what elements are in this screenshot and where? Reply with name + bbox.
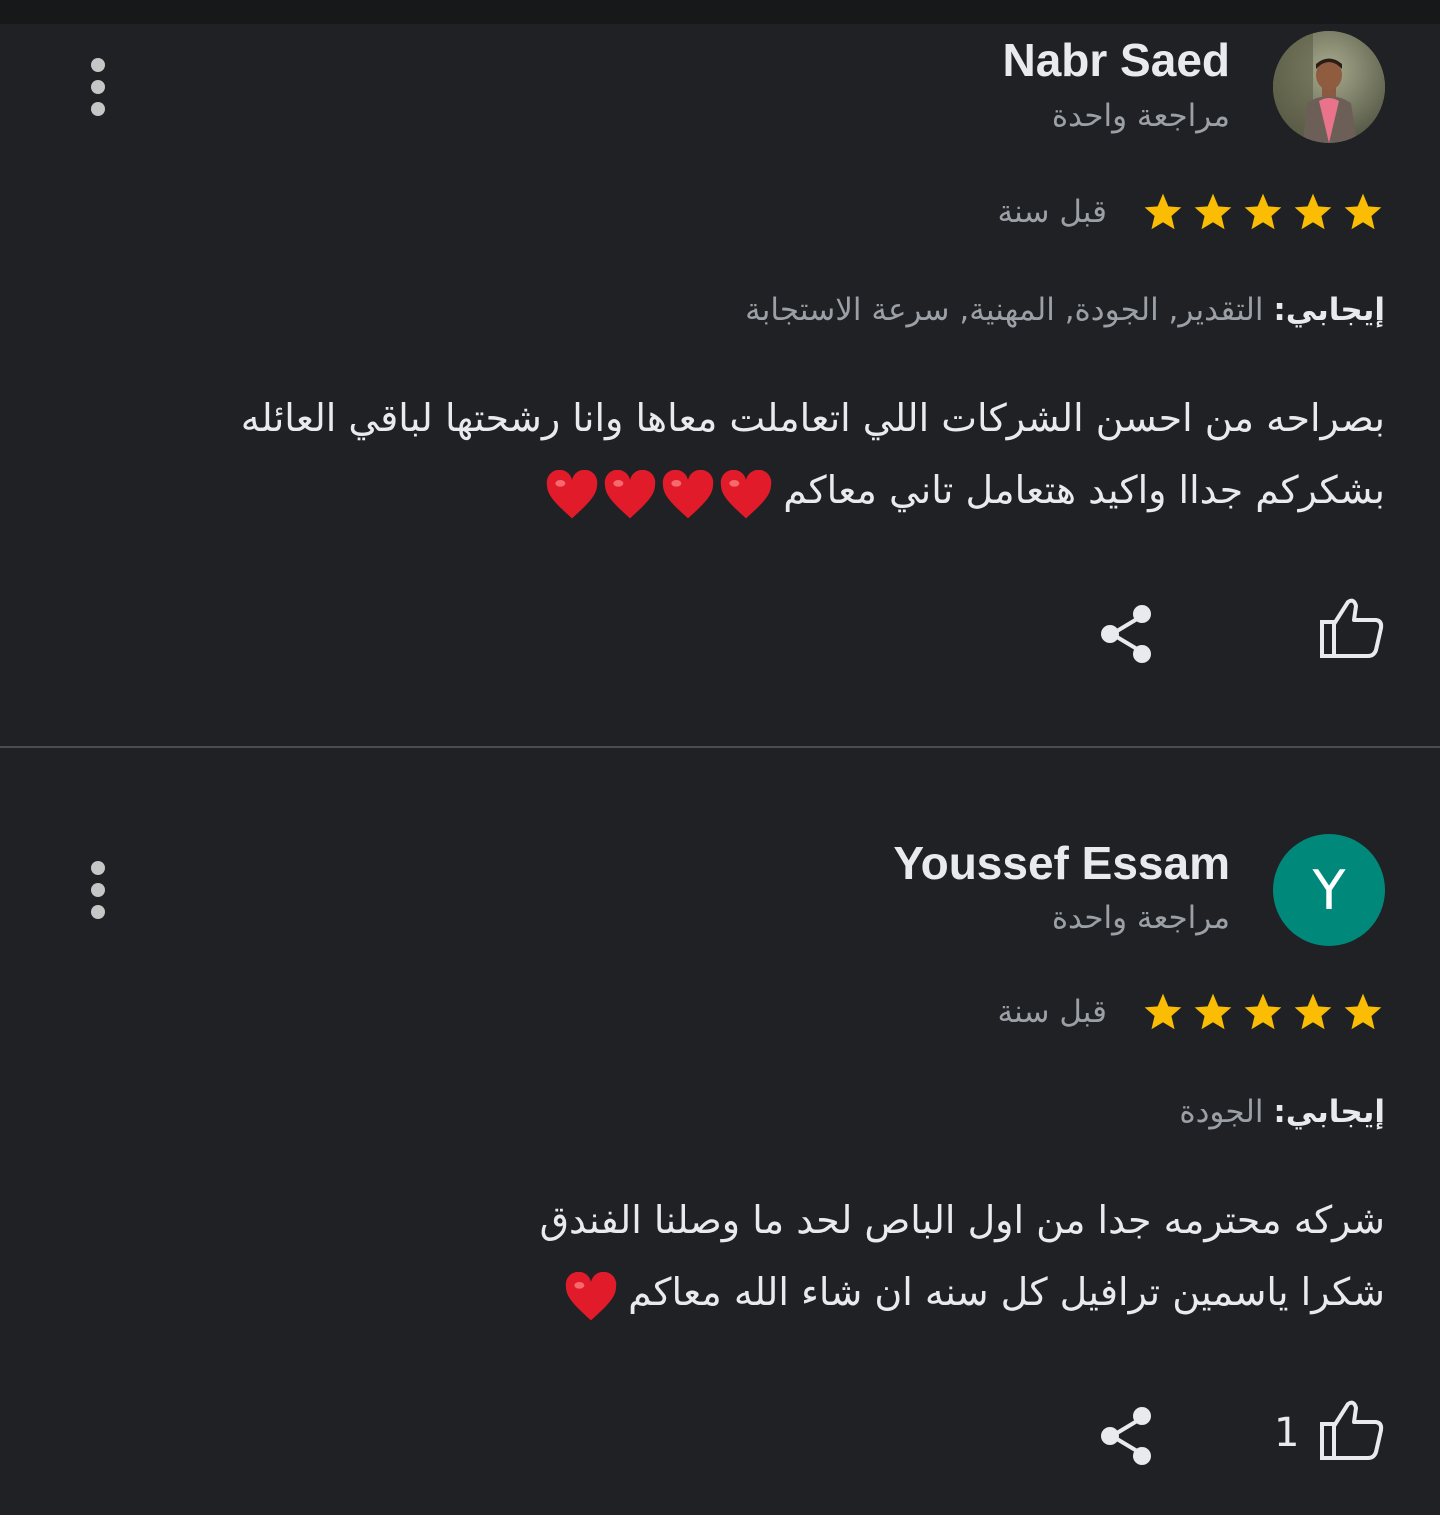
review-card-1: Nabr Saed مراجعة واحدة قبل سنة إيجابي: ا…: [0, 0, 1440, 746]
thumb-up-icon: [1320, 1400, 1384, 1460]
review-count: مراجعة واحدة: [1051, 900, 1230, 936]
review-text-line-content: بشكركم جداا واكيد هتعامل تاني معاكم: [783, 468, 1385, 512]
star-icon: [1194, 193, 1232, 230]
star-rating: [1135, 190, 1385, 234]
star-icon: [1244, 193, 1282, 230]
review-text-line: بصراحه من احسن الشركات اللي اتعاملت معاه…: [240, 396, 1385, 440]
avatar-letter: Y: [1312, 858, 1346, 922]
rating-row: قبل سنة: [998, 990, 1385, 1034]
avatar[interactable]: [1273, 31, 1385, 143]
attributes-value: التقدير, الجودة, المهنية, سرعة الاستجابة: [745, 292, 1274, 328]
review-card-2: Y Youssef Essam مراجعة واحدة قبل سنة إيج…: [0, 748, 1440, 1515]
star-icon: [1344, 193, 1382, 230]
star-icon: [1294, 993, 1332, 1030]
review-text-line-content: شكرا ياسمين ترافيل كل سنه ان شاء الله مع…: [628, 1270, 1385, 1314]
review-text: بصراحه من احسن الشركات اللي اتعاملت معاه…: [135, 382, 1385, 529]
star-icon: [1194, 993, 1232, 1030]
review-text-line: شكرا ياسمين ترافيل كل سنه ان شاء الله مع…: [135, 1256, 1385, 1331]
thumb-up-icon: [1320, 598, 1384, 658]
review-time: قبل سنة: [997, 994, 1107, 1030]
like-button[interactable]: [1318, 1398, 1386, 1464]
positive-attributes: إيجابي: التقدير, الجودة, المهنية, سرعة ا…: [745, 292, 1385, 328]
share-icon: [1101, 1407, 1151, 1465]
star-rating: [1135, 990, 1385, 1034]
attributes-label: إيجابي:: [1273, 1094, 1385, 1130]
positive-attributes: إيجابي: الجودة: [1179, 1094, 1385, 1130]
heart-emoji-icon: [720, 469, 772, 519]
share-icon: [1101, 605, 1151, 663]
attributes-label: إيجابي:: [1273, 292, 1385, 328]
more-options-button[interactable]: [84, 58, 112, 122]
heart-emoji-icon: [565, 1271, 617, 1321]
heart-emojis: [541, 457, 773, 529]
star-icon: [1144, 193, 1182, 230]
rating-row: قبل سنة: [998, 190, 1385, 234]
heart-emoji-icon: [546, 469, 598, 519]
avatar[interactable]: Y: [1273, 834, 1385, 946]
review-count: مراجعة واحدة: [1051, 98, 1230, 134]
heart-emoji-icon: [604, 469, 656, 519]
star-icon: [1144, 993, 1182, 1030]
reviewer-name[interactable]: Youssef Essam: [893, 836, 1230, 890]
share-button[interactable]: [1098, 1404, 1158, 1468]
like-button[interactable]: [1318, 596, 1386, 662]
review-text-line: شركه محترمه جدا من اول الباص لحد ما وصلن…: [539, 1198, 1385, 1242]
review-time: قبل سنة: [997, 194, 1107, 230]
share-button[interactable]: [1098, 602, 1158, 666]
like-count: 1: [1274, 1410, 1300, 1456]
star-icon: [1244, 993, 1282, 1030]
review-text: شركه محترمه جدا من اول الباص لحد ما وصلن…: [135, 1184, 1385, 1331]
more-options-button[interactable]: [84, 861, 112, 925]
heart-emojis: [560, 1259, 618, 1331]
reviewer-name[interactable]: Nabr Saed: [1002, 33, 1230, 87]
review-text-line: بشكركم جداا واكيد هتعامل تاني معاكم: [135, 454, 1385, 529]
avatar-photo: [1273, 31, 1385, 143]
attributes-value: الجودة: [1179, 1094, 1274, 1130]
heart-emoji-icon: [662, 469, 714, 519]
star-icon: [1294, 193, 1332, 230]
star-icon: [1344, 993, 1382, 1030]
